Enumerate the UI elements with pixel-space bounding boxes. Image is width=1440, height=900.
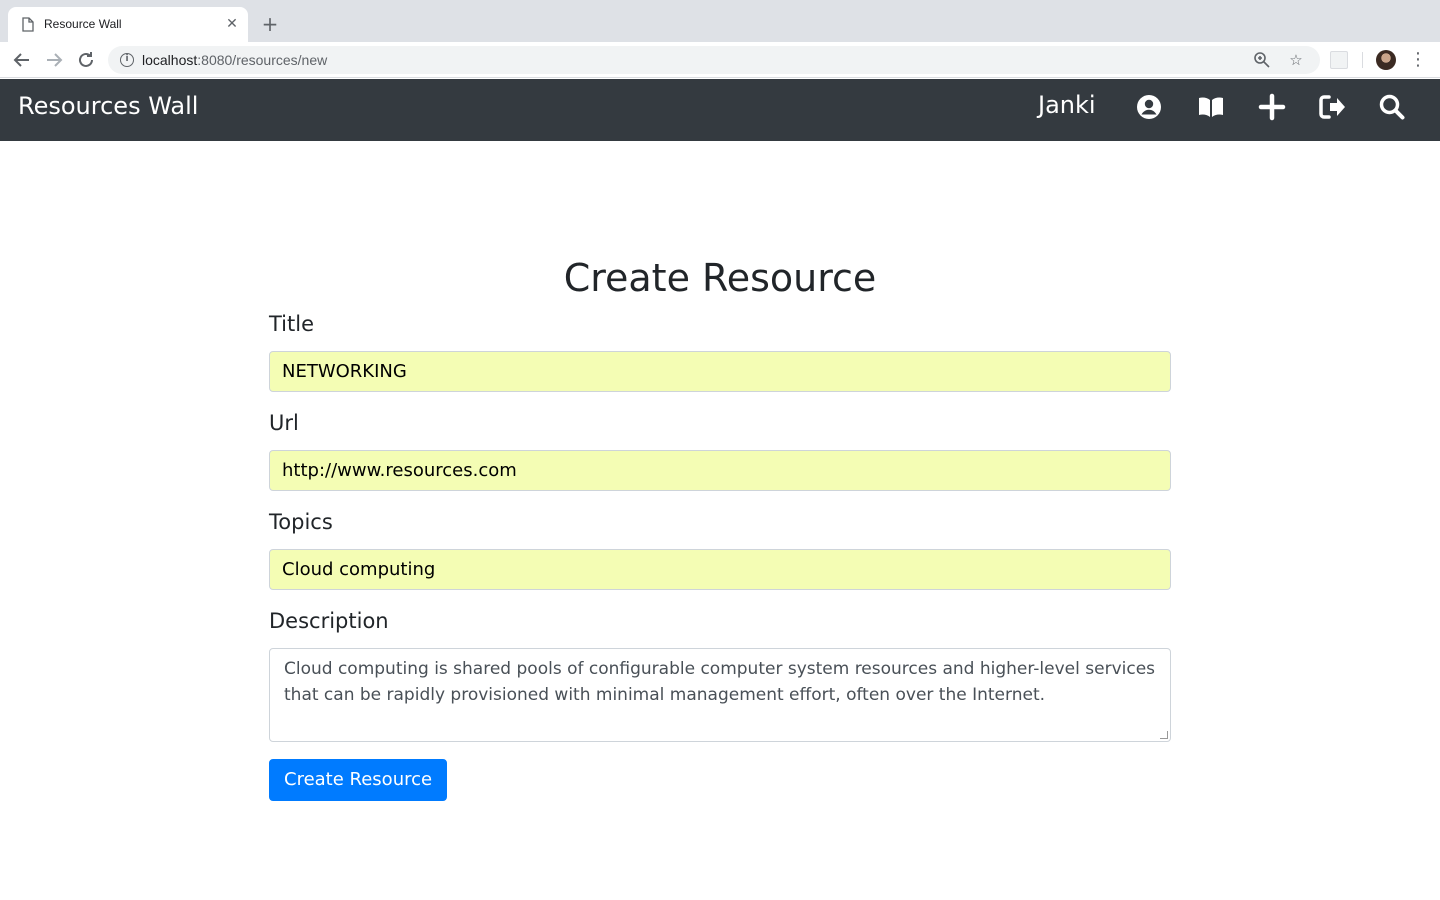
browser-menu-icon[interactable]: ⋮ [1408,48,1428,72]
plus-icon[interactable] [1258,93,1286,121]
create-resource-button[interactable]: Create Resource [269,759,448,801]
toolbar-divider [1362,52,1363,68]
address-bar[interactable]: i localhost:8080/resources/new ☆ [108,46,1320,74]
search-icon[interactable] [1378,93,1406,121]
extension-icon[interactable] [1330,51,1348,69]
resize-handle-icon[interactable] [1160,731,1168,739]
page-icon [22,17,34,32]
url-label: Url [269,411,299,435]
book-open-icon[interactable] [1197,93,1225,121]
topics-input[interactable]: Cloud computing [269,549,1171,590]
description-text: Cloud computing is shared pools of confi… [284,659,1156,705]
brand-link[interactable]: Resources Wall [18,92,198,120]
app-navbar: Resources Wall Janki [0,79,1440,141]
close-tab-icon[interactable]: ✕ [224,16,240,32]
url-input[interactable]: http://www.resources.com [269,450,1171,491]
description-textarea[interactable]: Cloud computing is shared pools of confi… [269,648,1171,742]
title-label: Title [269,312,315,336]
info-icon[interactable]: i [120,53,134,67]
url-text: localhost:8080/resources/new [142,52,328,68]
profile-avatar[interactable] [1376,50,1396,70]
nav-username[interactable]: Janki [1038,91,1096,119]
browser-toolbar: i localhost:8080/resources/new ☆ ⋮ [0,42,1440,78]
browser-tab[interactable]: Resource Wall ✕ [8,7,248,42]
description-label: Description [269,609,389,633]
reload-button[interactable] [74,48,98,72]
title-input[interactable]: NETWORKING [269,351,1171,392]
page-title: Create Resource [563,256,877,300]
back-button[interactable] [10,48,34,72]
forward-button[interactable] [42,48,66,72]
user-circle-icon[interactable] [1135,93,1163,121]
topics-label: Topics [269,510,333,534]
bookmark-star-icon[interactable]: ☆ [1286,50,1306,70]
tab-title: Resource Wall [44,17,122,31]
zoom-icon[interactable] [1252,50,1272,70]
sign-out-icon[interactable] [1318,93,1346,121]
new-tab-button[interactable]: + [258,13,282,37]
browser-tab-strip: Resource Wall ✕ + [0,0,1440,42]
